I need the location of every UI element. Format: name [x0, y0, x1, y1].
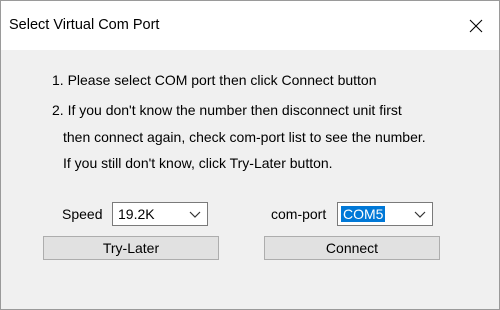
instruction-line-3: then connect again, check com-port list …: [63, 129, 426, 145]
instruction-line-2: 2. If you don't know the number then dis…: [52, 102, 402, 118]
comport-label: com-port: [271, 206, 327, 222]
speed-label: Speed: [62, 206, 103, 222]
dialog-body: 1. Please select COM port then click Con…: [1, 50, 499, 309]
dialog-window: Select Virtual Com Port 1. Please select…: [0, 0, 500, 310]
connect-button[interactable]: Connect: [264, 236, 440, 260]
comport-select[interactable]: COM5: [337, 202, 433, 226]
chevron-down-icon: [414, 211, 426, 218]
close-icon: [469, 19, 483, 32]
speed-select[interactable]: 19.2K: [112, 202, 208, 226]
window-title: Select Virtual Com Port: [9, 17, 160, 33]
try-later-button[interactable]: Try-Later: [43, 236, 219, 260]
comport-selected-value: COM5: [341, 206, 386, 222]
connect-button-label: Connect: [325, 240, 379, 256]
close-button[interactable]: [453, 1, 499, 50]
instruction-line-1: 1. Please select COM port then click Con…: [52, 72, 377, 88]
title-bar[interactable]: Select Virtual Com Port: [1, 1, 499, 50]
speed-selected-value: 19.2K: [118, 206, 155, 222]
chevron-down-icon: [189, 211, 201, 218]
try-later-button-label: Try-Later: [102, 240, 160, 256]
instruction-line-4: If you still don't know, click Try-Later…: [63, 155, 333, 171]
